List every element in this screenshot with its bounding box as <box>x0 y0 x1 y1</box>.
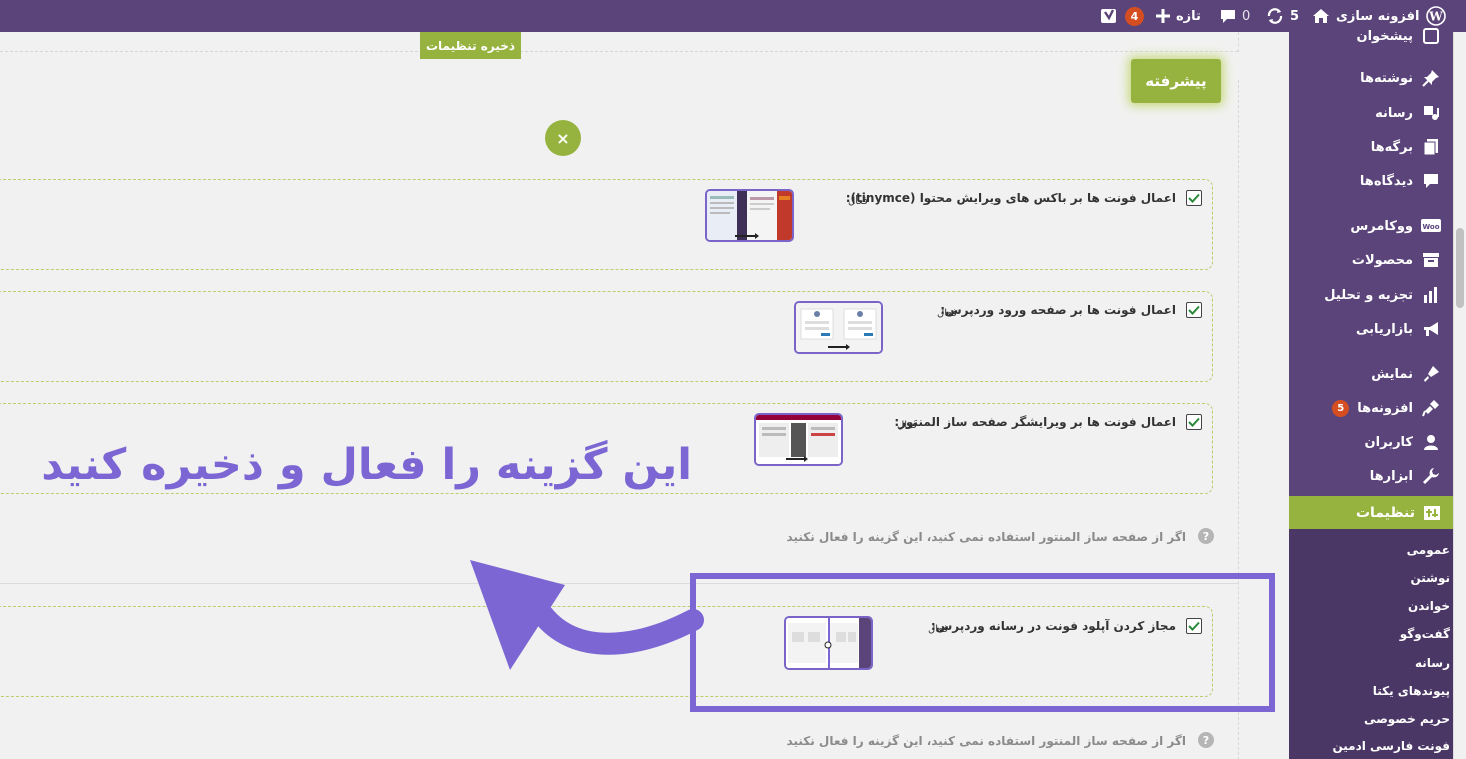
option-checkbox-elementor[interactable] <box>1186 414 1202 430</box>
sidebar-item-users[interactable]: کاربران <box>1291 425 1441 459</box>
sidebar-item-label: تجزیه و تحلیل <box>1324 287 1413 303</box>
plus-icon <box>1156 9 1170 23</box>
submenu-item-media[interactable]: رسانه <box>1415 656 1450 670</box>
user-icon <box>1421 432 1441 452</box>
sidebar-item-marketing[interactable]: بازاریابی <box>1291 312 1441 346</box>
page-icon <box>1421 137 1441 157</box>
admin-bar: W افزونه سازی 5 0 تازه 4 <box>0 0 1466 32</box>
chart-icon <box>1421 285 1441 305</box>
active-label: فعال <box>897 420 917 431</box>
yoast-badge: 4 <box>1125 6 1144 26</box>
sidebar-item-media[interactable]: رسانه <box>1291 96 1441 130</box>
wrench-icon <box>1421 466 1441 486</box>
sidebar-item-label: تنظیمات <box>1355 504 1415 521</box>
sidebar-item-pages[interactable]: برگه‌ها <box>1291 130 1441 164</box>
woo-icon: Woo <box>1421 216 1441 236</box>
option-label-elementor: اعمال فونت ها بر ویرایشگر صفحه ساز المنت… <box>894 415 1176 429</box>
sidebar-item-plugins[interactable]: 5 افزونه‌ها <box>1291 391 1441 425</box>
option-label-login: اعمال فونت ها بر صفحه ورود وردپرس: <box>940 303 1176 317</box>
sidebar-item-appearance[interactable]: نمایش <box>1291 357 1441 391</box>
option-label-tinymce: اعمال فونت ها بر باکس های ویرایش محتوا (… <box>845 191 1176 205</box>
yoast-menu[interactable]: 4 <box>1100 0 1144 32</box>
preview-thumbnail[interactable] <box>754 413 843 466</box>
submenu-item-admin-persian-font[interactable]: فونت فارسی ادمین <box>1332 739 1450 753</box>
sidebar-item-label: رسانه <box>1375 105 1413 121</box>
section-tab-advanced[interactable]: پیشرفته <box>1131 59 1221 103</box>
svg-text:Woo: Woo <box>1422 223 1439 231</box>
dashboard-icon <box>1421 26 1441 46</box>
annotation-highlight-box <box>690 573 1275 712</box>
active-label: فعال <box>937 308 957 319</box>
scrollbar[interactable] <box>1453 32 1466 759</box>
sidebar-item-label: بازاریابی <box>1356 321 1413 337</box>
sidebar-item-label: افزونه‌ها <box>1357 400 1413 416</box>
comments-link[interactable]: 0 <box>1220 0 1250 32</box>
close-button[interactable]: × <box>545 120 581 156</box>
refresh-icon <box>1266 7 1284 25</box>
divider <box>0 51 1238 52</box>
help-text-elementor: اگر از صفحه ساز المنتور استفاده نمی کنید… <box>786 734 1186 748</box>
sidebar-item-label: ابزارها <box>1369 468 1413 484</box>
submenu-item-writing[interactable]: نوشتن <box>1410 571 1450 585</box>
check-icon <box>1188 305 1200 315</box>
brush-icon <box>1421 364 1441 384</box>
help-text-elementor: اگر از صفحه ساز المنتور استفاده نمی کنید… <box>786 530 1186 544</box>
submenu-item-general[interactable]: عمومی <box>1407 543 1450 557</box>
sidebar-item-label: محصولات <box>1351 252 1413 268</box>
sidebar-item-label: برگه‌ها <box>1370 139 1413 155</box>
submenu-item-reading[interactable]: خواندن <box>1408 599 1450 613</box>
annotation-note: این گزینه را فعال و ذخیره کنید <box>41 440 692 490</box>
comment-bubble-icon <box>1220 8 1236 24</box>
active-label: فعال <box>848 196 868 207</box>
sidebar-item-label: ووکامرس <box>1350 218 1413 234</box>
new-label: تازه <box>1176 8 1201 24</box>
submenu-item-privacy[interactable]: حریم خصوصی <box>1364 712 1450 726</box>
archive-icon <box>1421 250 1441 270</box>
sidebar-item-products[interactable]: محصولات <box>1291 243 1441 277</box>
plugin-icon <box>1421 398 1441 418</box>
sidebar-item-posts[interactable]: نوشته‌ها <box>1291 61 1441 95</box>
submenu-item-permalinks[interactable]: پیوندهای یکتا <box>1373 684 1450 698</box>
save-settings-button[interactable]: ذخیره تنظیمات <box>420 32 521 59</box>
scrollbar-thumb[interactable] <box>1456 228 1464 308</box>
annotation-arrow-icon <box>470 560 704 670</box>
sidebar-item-label: دیدگاه‌ها <box>1359 173 1413 189</box>
check-icon <box>1188 417 1200 427</box>
help-icon[interactable]: ? <box>1198 528 1214 544</box>
sidebar-item-label: نمایش <box>1371 366 1413 382</box>
yoast-icon <box>1100 7 1118 25</box>
sidebar-item-woocommerce[interactable]: ووکامرس Woo <box>1291 209 1441 243</box>
megaphone-icon <box>1421 319 1441 339</box>
plugins-update-badge: 5 <box>1332 399 1350 417</box>
check-icon <box>1188 193 1200 203</box>
preview-thumbnail[interactable] <box>705 189 794 242</box>
settings-icon <box>1423 504 1441 522</box>
divider <box>1238 32 1239 52</box>
sidebar-item-dashboard[interactable]: پیشخوان <box>1291 19 1441 53</box>
media-icon <box>1421 103 1441 123</box>
sidebar-item-label: پیشخوان <box>1356 28 1414 44</box>
sidebar-item-tools[interactable]: ابزارها <box>1291 459 1441 493</box>
submenu-item-discussion[interactable]: گفت‌وگو <box>1400 627 1450 641</box>
comment-icon <box>1421 171 1441 191</box>
sidebar-item-comments[interactable]: دیدگاه‌ها <box>1291 164 1441 198</box>
option-checkbox-tinymce[interactable] <box>1186 190 1202 206</box>
help-icon[interactable]: ? <box>1198 732 1214 748</box>
pin-icon <box>1421 68 1441 88</box>
sidebar-item-label: کاربران <box>1364 434 1413 450</box>
new-content-link[interactable]: تازه <box>1156 0 1201 32</box>
sidebar-item-settings[interactable]: تنظیمات <box>1280 496 1453 529</box>
comments-count: 0 <box>1242 8 1251 24</box>
sidebar-item-analytics[interactable]: تجزیه و تحلیل <box>1291 278 1441 312</box>
preview-thumbnail[interactable] <box>794 301 883 354</box>
sidebar-item-label: نوشته‌ها <box>1360 70 1413 86</box>
option-checkbox-login[interactable] <box>1186 302 1202 318</box>
